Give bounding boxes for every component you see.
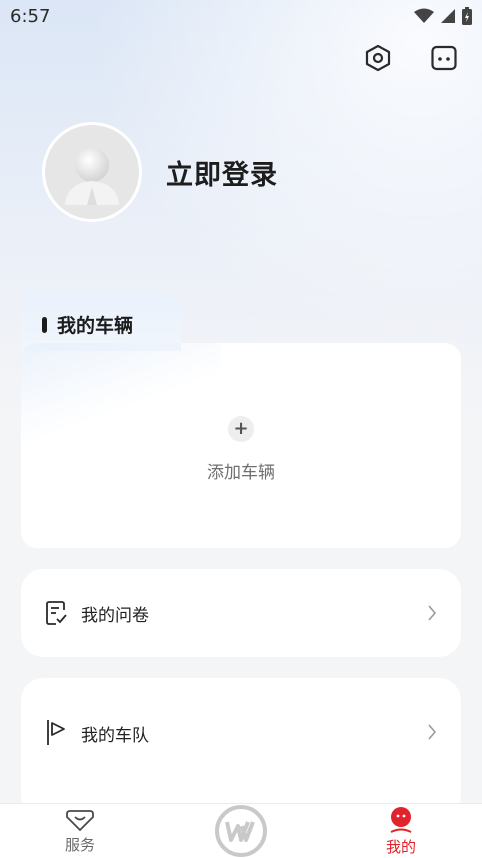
vehicle-section-title: 我的车辆 — [42, 311, 133, 338]
avatar[interactable] — [42, 122, 142, 222]
brand-logo-icon — [215, 805, 267, 857]
chevron-right-icon — [428, 605, 437, 621]
vehicle-title-text: 我的车辆 — [57, 315, 134, 337]
add-vehicle-label: 添加车辆 — [207, 463, 275, 483]
status-icons — [414, 7, 472, 25]
message-icon — [431, 45, 457, 71]
status-time: 6:57 — [10, 5, 51, 27]
settings-button[interactable] — [362, 42, 394, 74]
avatar-placeholder-icon — [65, 148, 119, 205]
flag-icon — [47, 720, 65, 745]
signal-icon — [441, 9, 455, 23]
bottom-tab-bar: 服务 我的 — [0, 803, 482, 858]
title-accent-bar — [42, 316, 47, 333]
message-button[interactable] — [428, 42, 460, 74]
profile-section[interactable]: 立即登录 — [42, 122, 278, 222]
tab-mine[interactable]: 我的 — [376, 804, 426, 858]
menu-item-fleet[interactable]: 我的车队 — [21, 678, 461, 818]
menu-label-questionnaire: 我的问卷 — [81, 605, 149, 626]
status-bar: 6:57 — [0, 0, 482, 32]
login-link[interactable]: 立即登录 — [166, 153, 278, 192]
tab-service[interactable]: 服务 — [55, 804, 105, 858]
chevron-right-icon — [428, 724, 437, 740]
questionnaire-icon — [46, 601, 67, 625]
wifi-icon — [414, 8, 434, 23]
service-icon — [66, 809, 94, 831]
tab-label-service: 服务 — [64, 835, 95, 854]
mine-icon — [390, 806, 412, 833]
tab-label-mine: 我的 — [385, 837, 416, 856]
plus-icon: + — [228, 416, 254, 442]
top-actions — [362, 42, 460, 74]
battery-icon — [462, 7, 472, 25]
menu-label-fleet: 我的车队 — [81, 726, 149, 746]
tab-home-logo[interactable] — [212, 804, 270, 858]
menu-item-questionnaire[interactable]: 我的问卷 — [21, 569, 461, 657]
add-vehicle-button[interactable]: + 添加车辆 — [21, 416, 461, 483]
settings-icon — [365, 44, 391, 72]
